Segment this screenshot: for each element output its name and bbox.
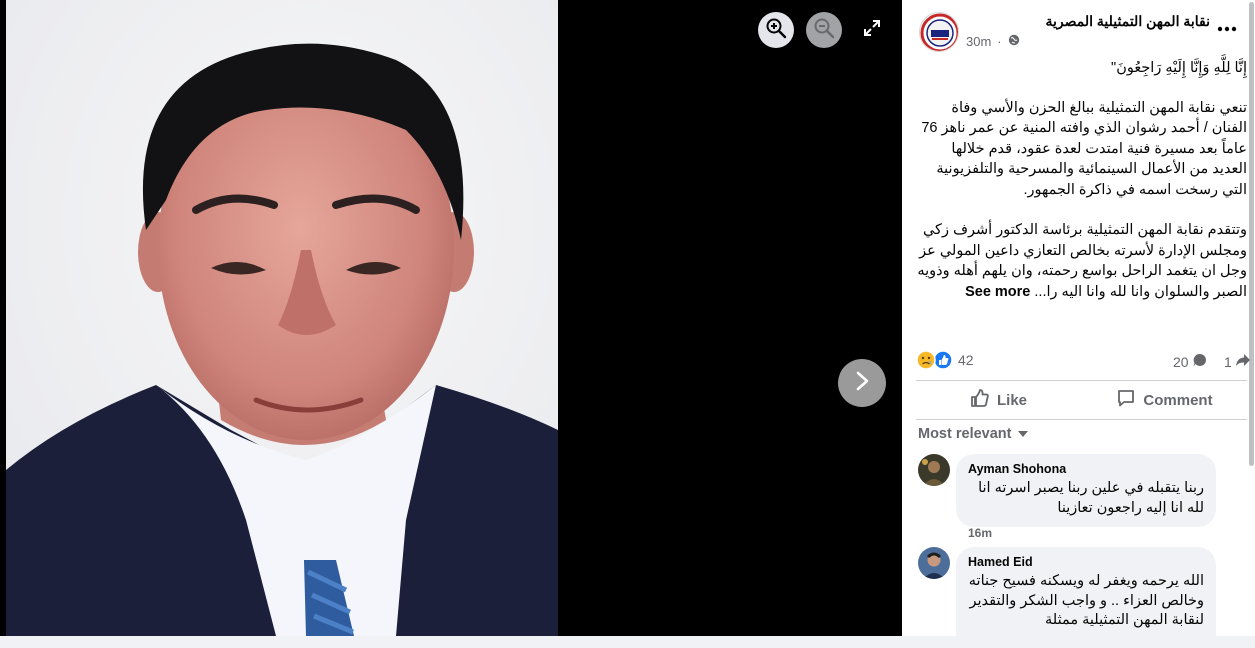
- more-dots-icon: [1217, 19, 1237, 37]
- zoom-in-icon: [765, 17, 787, 44]
- comment-text: ربنا يتقبله في علين ربنا يصبر اسرته انا …: [978, 480, 1204, 516]
- post-meta: 30m ·: [966, 34, 1020, 49]
- page-name[interactable]: نقابة المهن التمثيلية المصرية: [1046, 13, 1210, 30]
- post-header: نقابة المهن التمثيلية المصرية 30m ·: [902, 0, 1255, 62]
- comment-bubble-icon: [1192, 352, 1208, 371]
- post-photo[interactable]: [6, 0, 558, 636]
- facebook-photo-viewer: نقابة المهن التمثيلية المصرية 30m · إِنَ…: [0, 0, 1255, 648]
- share-count[interactable]: 1: [1224, 352, 1251, 371]
- like-thumb-icon: [970, 388, 990, 412]
- commenter-avatar[interactable]: [918, 454, 950, 486]
- page-avatar[interactable]: [919, 12, 959, 52]
- reaction-count[interactable]: 42: [958, 352, 974, 368]
- sort-label: Most relevant: [918, 426, 1012, 442]
- fullscreen-button[interactable]: [858, 16, 886, 44]
- photo-viewer: [0, 0, 902, 636]
- chevron-right-icon: [852, 370, 872, 397]
- comment-count-value: 20: [1173, 353, 1189, 370]
- comment-label: Comment: [1143, 391, 1213, 409]
- zoom-in-button[interactable]: [758, 12, 794, 48]
- comment-bubble: Ayman Shohona ربنا يتقبله في علين ربنا ي…: [956, 454, 1216, 527]
- comment-author[interactable]: Hamed Eid: [968, 555, 1204, 569]
- post-paragraph-1: إِنَّا لِلَّهِ وَإِنَّا إِلَيْهِ رَاجِعُ…: [1111, 60, 1247, 76]
- like-button[interactable]: Like: [916, 384, 1081, 416]
- reaction-icons[interactable]: [916, 350, 954, 370]
- panel-scrollbar[interactable]: [1249, 2, 1254, 466]
- comment-bubble: Hamed Eid الله يرحمه ويغفر له ويسكنه فسي…: [956, 547, 1216, 636]
- comment-author[interactable]: Ayman Shohona: [968, 462, 1204, 476]
- comment-icon: [1116, 388, 1136, 412]
- comment-text: الله يرحمه ويغفر له ويسكنه فسيح جناته وخ…: [968, 573, 1204, 628]
- expand-icon: [863, 19, 881, 42]
- divider-bottom: [916, 419, 1247, 420]
- more-options-button[interactable]: [1215, 18, 1239, 38]
- post-paragraph-2: تنعي نقابة المهن التمثيلية ببالغ الحزن و…: [921, 99, 1247, 198]
- post-text: إِنَّا لِلَّهِ وَإِنَّا إِلَيْهِ رَاجِعُ…: [916, 58, 1247, 322]
- comment-item: Hamed Eid الله يرحمه ويغفر له ويسكنه فسي…: [918, 547, 1248, 636]
- globe-icon: [1008, 34, 1020, 49]
- dot-separator: ·: [997, 34, 1002, 49]
- reactions-row: 42 20 1: [916, 348, 1250, 372]
- divider-top: [916, 380, 1247, 381]
- comment-button[interactable]: Comment: [1082, 384, 1247, 416]
- like-label: Like: [996, 391, 1027, 409]
- share-count-value: 1: [1224, 353, 1232, 370]
- post-panel: نقابة المهن التمثيلية المصرية 30m · إِنَ…: [902, 0, 1255, 636]
- zoom-out-icon: [813, 17, 835, 44]
- comment-count[interactable]: 20: [1173, 352, 1208, 371]
- post-paragraph-3: وتتقدم نقابة المهن التمثيلية برئاسة الدك…: [916, 220, 1247, 302]
- comment-item: Ayman Shohona ربنا يتقبله في علين ربنا ي…: [918, 454, 1248, 540]
- commenter-avatar[interactable]: [918, 547, 950, 579]
- caret-down-icon: [1017, 426, 1029, 442]
- see-more-link[interactable]: See more: [965, 284, 1030, 300]
- post-time[interactable]: 30m: [966, 34, 991, 49]
- comment-sort-dropdown[interactable]: Most relevant: [918, 426, 1029, 442]
- zoom-out-button[interactable]: [806, 12, 842, 48]
- share-arrow-icon: [1235, 352, 1251, 371]
- comment-time[interactable]: 16m: [968, 526, 992, 540]
- next-photo-button[interactable]: [838, 359, 886, 407]
- bottom-strip: [0, 636, 1255, 648]
